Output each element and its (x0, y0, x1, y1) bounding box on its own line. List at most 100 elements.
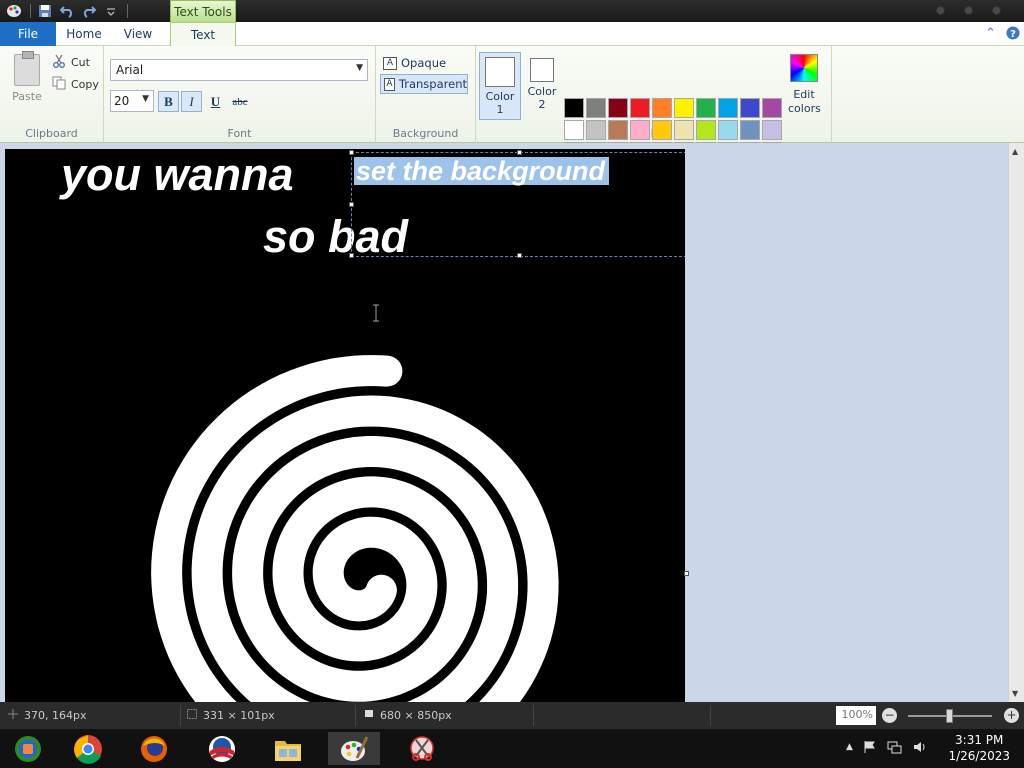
bold-button[interactable]: B (158, 91, 179, 112)
font-family-select[interactable]: Arial ▼ (110, 59, 368, 81)
copy-button[interactable]: Copy (52, 76, 99, 93)
transparent-button[interactable]: A Transparent (380, 74, 468, 94)
palette-swatch[interactable] (586, 98, 606, 118)
resize-handle[interactable] (349, 253, 354, 258)
color1-label: Color (485, 90, 515, 103)
close-button[interactable] (992, 6, 1001, 15)
color2-swatch (530, 58, 554, 82)
palette-swatch[interactable] (630, 120, 650, 140)
color2-button[interactable]: Color 2 (521, 52, 563, 120)
maximize-button[interactable] (964, 6, 973, 15)
customize-toolbar-icon[interactable] (103, 3, 119, 19)
palette-swatch[interactable] (762, 120, 782, 140)
cut-button[interactable]: Cut (52, 54, 90, 71)
divider (127, 4, 128, 18)
resize-handle[interactable] (349, 150, 354, 155)
ribbon-right-controls: ⌃ ? (985, 26, 1020, 44)
font-size-select[interactable]: 20 ▼ (110, 90, 154, 112)
ribbon: Paste Cut Copy Clipboard Font Arial ▼ 20… (0, 46, 1024, 162)
resize-handle[interactable] (517, 253, 522, 258)
chevron-down-icon: ▼ (356, 63, 363, 73)
palette-swatch[interactable] (740, 120, 760, 140)
clock[interactable]: 3:31 PM 1/26/2023 (948, 732, 1010, 764)
paste-label: Paste (12, 90, 42, 103)
transparent-icon: A (384, 77, 395, 91)
opaque-button[interactable]: A Opaque (380, 53, 468, 73)
palette-swatch[interactable] (608, 120, 628, 140)
zoom-out-button[interactable]: − (882, 708, 897, 723)
edit-colors-label-2: colors (788, 102, 821, 115)
palette-swatch[interactable] (674, 120, 694, 140)
redo-icon[interactable] (81, 3, 97, 19)
vertical-scrollbar[interactable]: ▲ ▼ (1008, 143, 1024, 702)
action-center-flag-icon[interactable] (863, 740, 877, 758)
taskbar-paint[interactable] (328, 732, 380, 765)
text-edit-field[interactable]: set the background (354, 157, 610, 185)
undo-icon[interactable] (59, 3, 75, 19)
volume-icon[interactable] (913, 740, 927, 758)
tab-view[interactable]: View (112, 22, 164, 46)
taskbar-file-explorer[interactable] (262, 732, 314, 765)
italic-button[interactable]: I (181, 91, 202, 112)
help-icon[interactable]: ? (1006, 26, 1020, 44)
palette-swatch[interactable] (564, 120, 584, 140)
canvas-resize-handle[interactable] (684, 571, 689, 576)
palette-swatch[interactable] (762, 98, 782, 118)
taskbar-media-center[interactable] (2, 732, 54, 765)
scroll-down-icon[interactable]: ▼ (1012, 689, 1018, 698)
cursor-position: 370, 164px (8, 709, 86, 722)
tab-file[interactable]: File (0, 22, 56, 46)
palette-swatch[interactable] (586, 120, 606, 140)
underline-button[interactable]: U (205, 91, 226, 112)
image-size-value: 680 × 850px (380, 709, 452, 722)
palette-swatch[interactable] (652, 120, 672, 140)
show-hidden-icons-icon[interactable]: ▲ (846, 742, 853, 758)
font-size-value: 20 (114, 94, 130, 108)
edit-colors-label: Edit (793, 88, 815, 101)
edit-colors-button[interactable]: Edit colors (788, 54, 821, 116)
resize-handle[interactable] (517, 150, 522, 155)
i-beam-cursor-icon (372, 304, 380, 325)
svg-text:?: ? (1010, 29, 1016, 40)
palette-swatch[interactable] (608, 98, 628, 118)
palette-swatch[interactable] (740, 98, 760, 118)
zoom-slider-thumb[interactable] (946, 709, 953, 723)
snipping-tool-icon (410, 735, 434, 761)
selection-icon (187, 709, 197, 722)
palette-swatch[interactable] (564, 98, 584, 118)
minimize-button[interactable] (936, 6, 945, 15)
save-icon[interactable] (37, 3, 53, 19)
palette-swatch[interactable] (652, 98, 672, 118)
clock-time: 3:31 PM (955, 733, 1004, 747)
palette-swatch[interactable] (674, 98, 694, 118)
palette-swatch[interactable] (718, 120, 738, 140)
strikethrough-button[interactable]: abc (228, 91, 252, 112)
palette-swatch[interactable] (718, 98, 738, 118)
color1-number: 1 (496, 103, 504, 116)
tab-text[interactable]: Text (170, 22, 236, 47)
paste-button[interactable]: Paste (8, 51, 46, 103)
color1-button[interactable]: Color 1 (479, 52, 521, 120)
taskbar-snipping-tool[interactable] (396, 732, 448, 765)
image-size: 680 × 850px (364, 709, 452, 722)
taskbar-chrome[interactable] (62, 732, 114, 765)
scissors-icon (52, 54, 66, 71)
firefox-icon (141, 735, 167, 762)
zoom-in-button[interactable]: + (1004, 708, 1019, 723)
network-icon[interactable] (887, 740, 903, 758)
paint-app-icon[interactable] (6, 3, 22, 19)
scroll-up-icon[interactable]: ▲ (1012, 147, 1018, 156)
palette-swatch[interactable] (630, 98, 650, 118)
taskbar-obama-logo[interactable] (196, 732, 248, 765)
palette-swatch[interactable] (696, 98, 716, 118)
divider (355, 705, 356, 726)
tab-home[interactable]: Home (56, 22, 112, 46)
minimize-ribbon-icon[interactable]: ⌃ (985, 26, 996, 44)
palette-swatch[interactable] (696, 120, 716, 140)
meme-text-line1: you wanna (61, 149, 294, 200)
taskbar-firefox[interactable] (128, 732, 180, 765)
image-canvas[interactable]: you wanna so bad set the background (5, 149, 685, 702)
resize-handle[interactable] (349, 202, 354, 207)
color2-number: 2 (538, 98, 546, 111)
selection-size-value: 331 × 101px (203, 709, 275, 722)
